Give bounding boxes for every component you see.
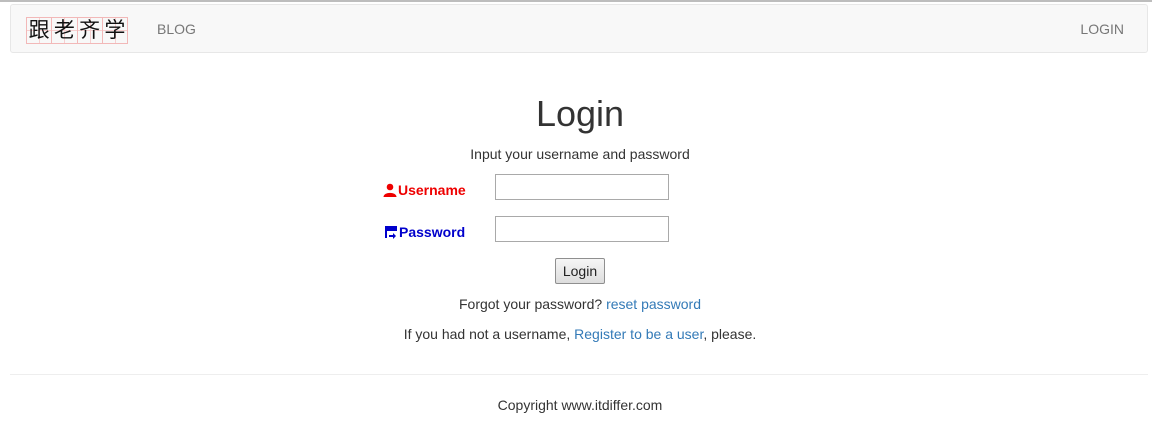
brand-logo[interactable]: 跟 老 齐 学 [26, 17, 128, 44]
forgot-password-line: Forgot your password? reset password [0, 296, 1152, 312]
username-input[interactable] [495, 174, 669, 200]
copyright-text: Copyright www.itdiffer.com [497, 397, 663, 413]
password-input[interactable] [495, 216, 669, 242]
login-button[interactable]: Login [555, 258, 605, 284]
login-instructions: Input your username and password [470, 146, 690, 162]
window-top-border [0, 0, 1152, 2]
username-label-text: Username [398, 182, 466, 198]
reset-password-link[interactable]: reset password [606, 296, 701, 312]
password-label-text: Password [399, 224, 466, 240]
register-prefix-text: If you had not a username, [403, 326, 575, 342]
username-label: Username [383, 182, 466, 198]
password-label: Password [384, 224, 465, 240]
register-suffix-text: , please. [703, 326, 757, 342]
page-title: Login [535, 93, 625, 134]
forgot-password-text: Forgot your password? [458, 296, 607, 312]
navbar: 跟 老 齐 学 BLOG LOGIN [10, 4, 1148, 53]
nav-blog-link[interactable]: BLOG [157, 21, 196, 37]
user-icon [383, 183, 397, 197]
brand-char: 齐 [76, 17, 103, 44]
footer-divider [10, 374, 1148, 375]
brand-char: 跟 [26, 17, 53, 44]
brand-char: 老 [51, 17, 78, 44]
log-in-icon [385, 226, 397, 239]
nav-login-link[interactable]: LOGIN [1080, 21, 1124, 37]
register-link[interactable]: Register to be a user [574, 326, 703, 342]
brand-char: 学 [101, 17, 128, 44]
register-line: If you had not a username, Register to b… [0, 326, 1152, 342]
